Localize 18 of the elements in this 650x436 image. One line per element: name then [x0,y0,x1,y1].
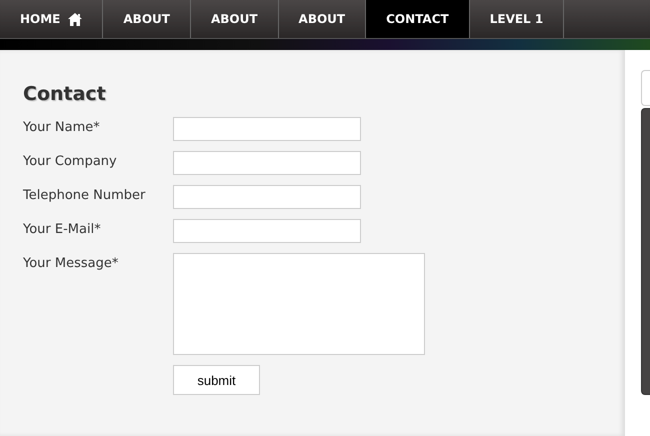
nav-tab[interactable]: ABOUT [103,0,191,38]
field-label: Your Company [23,153,118,169]
submit-button[interactable]: submit [173,365,260,395]
nav-tab[interactable]: CONTACT [366,0,470,38]
field-label: Telephone Number [23,187,146,203]
nav-tab[interactable]: HOME [0,0,104,38]
input-field[interactable] [173,117,361,141]
input-field[interactable] [173,219,361,243]
field-label: Your E-Mail* [23,221,102,237]
input-field[interactable] [173,151,361,175]
nav-tab[interactable]: ABOUT [190,0,279,38]
field-label: Your Name* [23,119,101,135]
input-field[interactable] [173,185,361,209]
field-label: Your Message* [23,255,120,271]
nav-tab[interactable]: LEVEL 1 [470,0,564,38]
message-field[interactable] [173,253,425,355]
page-heading: Contact [23,83,107,105]
home-icon [68,12,82,26]
